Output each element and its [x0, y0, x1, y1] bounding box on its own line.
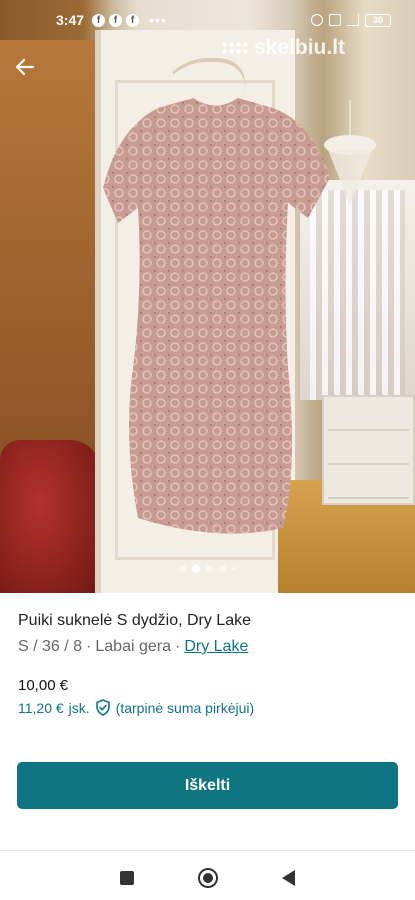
listing-meta: S / 36 / 8 · Labai gera · Dry Lake: [18, 638, 397, 656]
price-with-protection[interactable]: 11,20 € jsk. (tarpinė suma pirkėjui): [18, 699, 397, 716]
back-button[interactable]: [10, 52, 40, 82]
home-icon[interactable]: [198, 868, 218, 888]
pager-dot[interactable]: [179, 565, 186, 572]
listing-details: Puiki suknelė S dydžio, Dry Lake S / 36 …: [0, 593, 415, 716]
meta-separator: ·: [175, 638, 181, 655]
status-bar: 3:47 f f f ••• 30: [0, 0, 415, 40]
more-notifications-icon: •••: [149, 12, 167, 28]
skelbiu-logo-icon: [222, 42, 248, 54]
facebook-icon: f: [92, 13, 106, 27]
photo-dress: [103, 98, 330, 534]
listing-photo[interactable]: [0, 0, 415, 593]
alarm-icon: [311, 14, 323, 26]
facebook-icon: f: [109, 13, 123, 27]
status-time: 3:47: [56, 12, 85, 28]
bump-button[interactable]: Iškelti: [17, 762, 398, 809]
watermark-text: skelbiu.lt: [254, 36, 346, 59]
status-icons: 30: [311, 13, 391, 27]
shield-check-icon: [95, 699, 111, 716]
photo-wall: [0, 40, 95, 460]
back-triangle-icon[interactable]: [282, 870, 295, 886]
gallery-pager: [0, 564, 415, 573]
battery-icon: 30: [365, 13, 391, 27]
recent-apps-icon[interactable]: [120, 871, 134, 885]
listing-size: S / 36 / 8: [18, 638, 83, 655]
bottom-divider: [0, 850, 415, 851]
listing-title: Puiki suknelė S dydžio, Dry Lake: [18, 612, 251, 629]
listing-condition: Labai gera: [95, 638, 171, 655]
listing-price: 10,00 €: [18, 677, 69, 694]
system-navbar: [0, 856, 415, 900]
price-total-suffix: jsk.: [68, 699, 90, 716]
pager-dot[interactable]: [219, 565, 226, 572]
volte-icon: [329, 14, 341, 26]
signal-icon: [347, 14, 359, 26]
buyer-note: (tarpinė suma pirkėjui): [115, 699, 255, 716]
price-total: 11,20 €: [18, 699, 64, 716]
arrow-left-icon: [15, 58, 35, 76]
meta-separator: ·: [86, 638, 92, 655]
pager-dot[interactable]: [206, 565, 213, 572]
pager-dot-active[interactable]: [192, 564, 200, 573]
facebook-icon: f: [126, 13, 140, 27]
skelbiu-watermark: skelbiu.lt: [222, 36, 345, 60]
brand-link[interactable]: Dry Lake: [184, 638, 248, 656]
pager-dot[interactable]: [232, 566, 236, 571]
